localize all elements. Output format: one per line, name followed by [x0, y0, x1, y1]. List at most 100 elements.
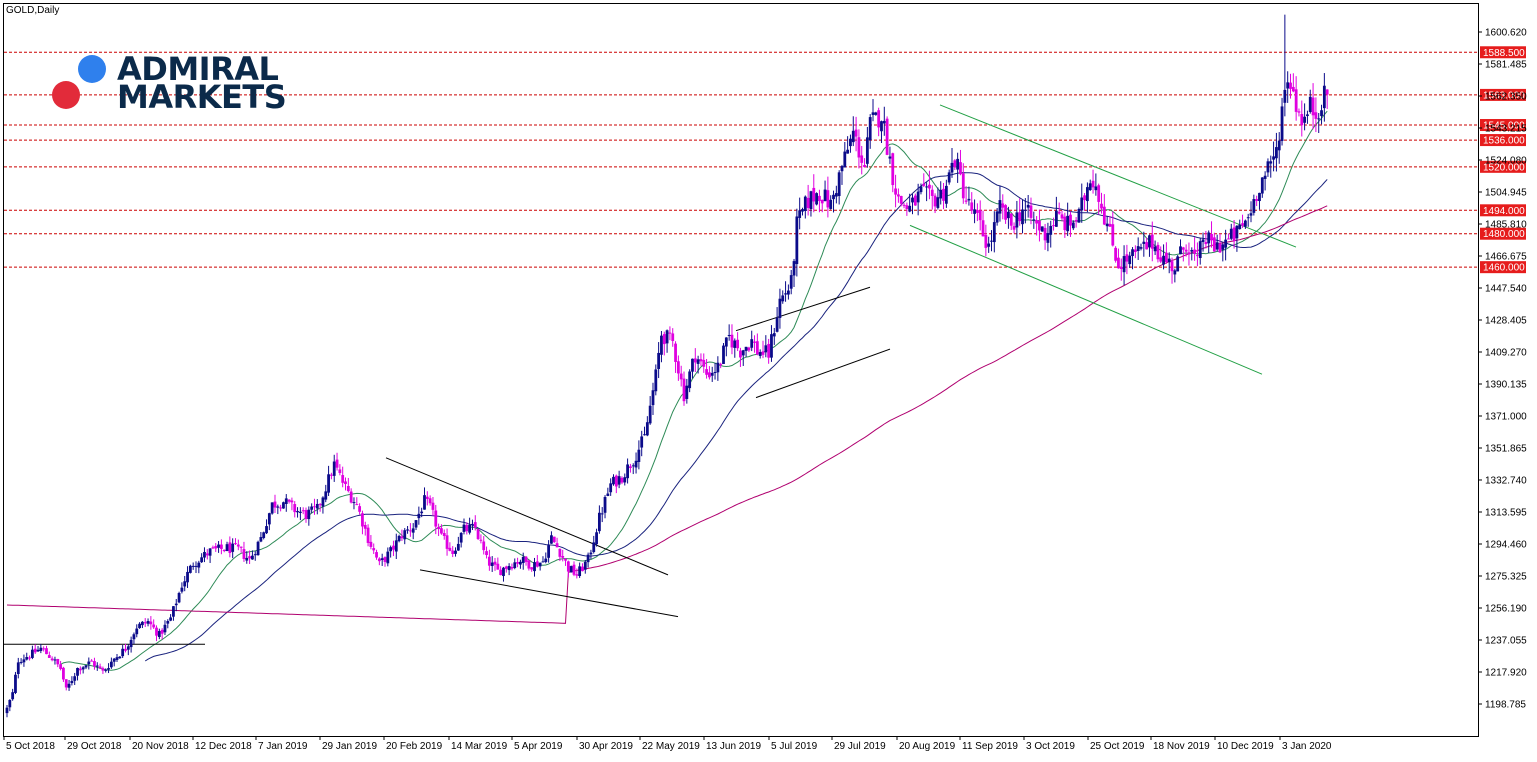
candle-body [90, 660, 94, 662]
candle-body [496, 563, 500, 570]
candle-body [273, 501, 277, 508]
candle-body [76, 667, 79, 676]
price-tick-label: 1504.945 [1485, 188, 1527, 199]
candle-body [637, 449, 641, 462]
candle-body [1035, 220, 1039, 224]
time-tick-label: 3 Oct 2019 [1026, 741, 1075, 752]
candle-body [564, 558, 567, 561]
candle-body [1029, 205, 1033, 218]
candle-body [259, 537, 263, 542]
price-tick-label: 1447.540 [1485, 284, 1527, 295]
candle-body [1088, 183, 1092, 191]
candle-body [290, 500, 294, 503]
candle-body [981, 220, 985, 237]
candle-body [1294, 89, 1298, 112]
candle-body [11, 692, 15, 700]
candle-body [750, 339, 754, 348]
candle-body [1128, 255, 1132, 265]
candle-body [440, 528, 443, 534]
candle-body [129, 639, 133, 648]
candle-body [383, 557, 387, 562]
chart-canvas: GOLD,Daily 1588.500 1563.000 1545.000 1536.… [0, 0, 1537, 757]
candle-body [998, 200, 1002, 214]
time-tick-label: 5 Jul 2019 [771, 741, 818, 752]
candle-body [688, 371, 692, 389]
candle-body [152, 624, 156, 628]
candle-body [1133, 249, 1137, 253]
candle-body [840, 166, 844, 172]
candle-body [197, 562, 201, 568]
candle-body [1308, 96, 1312, 112]
candle-body [837, 172, 841, 197]
candle-body [1117, 257, 1120, 269]
candle-body [792, 261, 796, 276]
candle-body [693, 358, 697, 363]
candle-body [507, 565, 511, 571]
candle-body [1221, 244, 1225, 250]
candle-body [42, 648, 46, 650]
candle-body [25, 657, 29, 660]
candle-body [214, 546, 218, 549]
candle-body [510, 566, 514, 569]
candle-body [682, 378, 686, 402]
candle-body [87, 661, 91, 665]
level-label: 1460.000 [1483, 263, 1525, 274]
candle-body [434, 510, 438, 527]
candle-body [1322, 85, 1326, 109]
candle-body [442, 533, 446, 536]
candle-body [335, 459, 339, 468]
candle-body [19, 661, 23, 663]
candle-body [473, 522, 477, 528]
candle-body [341, 475, 345, 483]
candle-body [753, 341, 756, 343]
candle-body [1080, 197, 1084, 211]
candle-body [403, 530, 407, 540]
level-label: 1480.000 [1483, 229, 1525, 240]
candle-body [36, 649, 40, 652]
candle-body [490, 562, 494, 567]
candle-body [1196, 255, 1199, 257]
candle-body [679, 373, 683, 380]
candle-body [1105, 223, 1109, 227]
candle-body [702, 359, 706, 367]
candle-body [1094, 186, 1098, 191]
candle-body [1162, 255, 1165, 265]
candle-body [1038, 220, 1041, 231]
candle-body [654, 369, 658, 392]
candle-body [239, 546, 243, 548]
candle-body [1258, 192, 1261, 202]
candle-body [705, 369, 708, 375]
candle-body [724, 337, 728, 347]
candle-body [911, 197, 914, 203]
candle-body [262, 532, 266, 538]
candle-body [380, 558, 384, 560]
candle-body [744, 346, 748, 351]
candle-body [676, 361, 680, 374]
candle-body [276, 506, 280, 508]
candle-body [1052, 225, 1055, 227]
candle-body [603, 497, 607, 513]
candle-body [956, 158, 960, 170]
candle-body [978, 210, 982, 221]
candle-body [767, 343, 771, 358]
candle-body [863, 165, 866, 168]
candle-body [1091, 180, 1095, 188]
candle-body [975, 210, 979, 213]
candle-body [1229, 228, 1233, 239]
candle-body [231, 543, 235, 552]
candle-body [572, 564, 576, 575]
price-tick-label: 1198.785 [1485, 700, 1526, 711]
candle-body [465, 525, 469, 532]
candle-body [1097, 185, 1101, 202]
candle-body [987, 243, 991, 247]
candle-body [372, 548, 376, 551]
candle-body [513, 562, 517, 568]
candle-body [874, 112, 878, 115]
candle-body [1306, 114, 1309, 117]
time-tick-label: 18 Nov 2019 [1153, 741, 1210, 752]
candle-body [806, 197, 810, 208]
candle-body [1018, 212, 1022, 222]
candle-body [1026, 204, 1030, 208]
candle-body [1043, 227, 1047, 241]
candle-body [53, 659, 57, 661]
